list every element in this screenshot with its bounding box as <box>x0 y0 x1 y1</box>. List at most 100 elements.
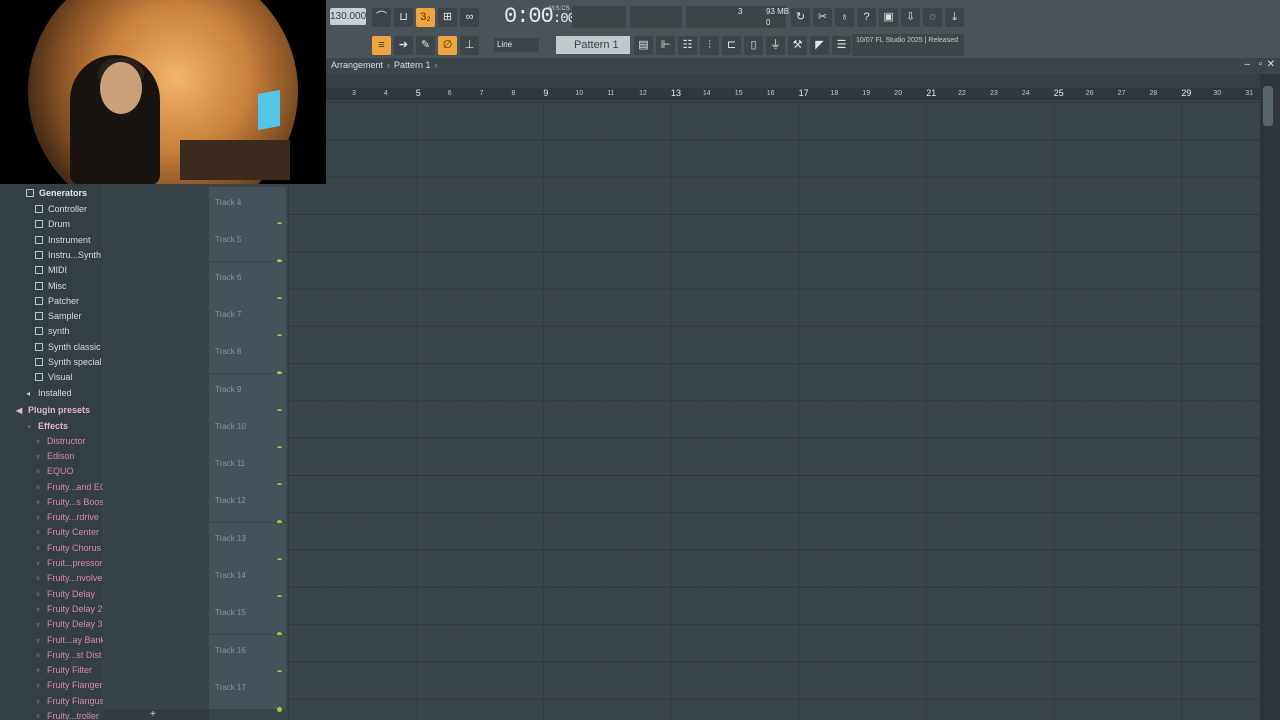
minimize-icon[interactable]: – <box>1244 59 1250 70</box>
browser-item-label: Fruity Delay 3 <box>47 619 103 630</box>
menu-icon[interactable]: ☰ <box>832 36 851 55</box>
browser-folder-installed[interactable]: ◂ Installed <box>26 386 72 401</box>
bar-number: 7 <box>479 90 484 97</box>
playlist-mode-icon[interactable]: ≡ <box>372 36 391 55</box>
browser-item[interactable]: Visual <box>35 370 72 385</box>
pencil-icon[interactable]: ✎ <box>416 36 435 55</box>
stamp-icon[interactable]: ⊥ <box>460 36 479 55</box>
mic-icon[interactable]: ♁ <box>835 8 854 27</box>
cloud-icon[interactable]: ◤ <box>810 36 829 55</box>
track-header[interactable]: Track 15 <box>209 597 286 638</box>
breadcrumb[interactable]: Arrangement › Pattern 1 › <box>331 60 442 70</box>
browser-item[interactable]: Patcher <box>35 294 79 309</box>
browser-item-effect[interactable]: ♆ Fruity...s Boost <box>35 495 103 510</box>
snap-select[interactable]: Line <box>494 38 539 52</box>
browser-item[interactable]: Drum <box>35 217 70 232</box>
browser-item-effect[interactable]: ♆ Fruity Delay <box>35 587 95 602</box>
project-icon[interactable]: ▯ <box>744 36 763 55</box>
bar-number: 19 <box>862 90 871 97</box>
track-header[interactable]: Track 10 <box>209 410 286 451</box>
bar-number: 30 <box>1213 90 1222 97</box>
maximize-icon[interactable]: ▫ <box>1258 59 1262 70</box>
browser-item[interactable]: Misc <box>35 279 67 294</box>
loop-record-icon[interactable]: ∞ <box>460 8 479 27</box>
plug-icon: ♆ <box>35 482 41 492</box>
step-edit-icon[interactable]: ⊞ <box>438 8 457 27</box>
tempo-display[interactable]: 130.000 <box>330 8 366 25</box>
track-header[interactable]: Track 4 <box>209 187 286 227</box>
link-icon[interactable]: ∅ <box>438 36 457 55</box>
browser-item-effect[interactable]: ♆ Fruity Chorus <box>35 541 101 556</box>
chat-icon[interactable]: ◌ <box>923 8 942 27</box>
browser-item-effect[interactable]: ♆ Fruity Flanger <box>35 678 103 693</box>
browser-folder-generators[interactable]: Generators <box>26 186 87 201</box>
browser-item[interactable]: synth <box>35 324 70 339</box>
browser-item-effect[interactable]: ♆ Fruity...and EQ <box>35 480 103 495</box>
browser-item-label: Synth classic <box>48 341 101 352</box>
help-icon[interactable]: ? <box>857 8 876 27</box>
track-header[interactable]: Track 6 <box>209 261 286 302</box>
browser-item[interactable]: Synth special <box>35 355 102 370</box>
track-header[interactable]: Track 11 <box>209 448 286 489</box>
track-header[interactable]: Track 13 <box>209 522 286 563</box>
plug-icon: ♆ <box>35 513 41 523</box>
browser-item-label: synth <box>48 326 70 337</box>
browser-item[interactable]: MIDI <box>35 263 67 278</box>
vertical-scrollbar[interactable] <box>1260 74 1280 720</box>
browser-icon[interactable]: ⊏ <box>722 36 741 55</box>
browser-item[interactable]: Sampler <box>35 309 82 324</box>
add-icon[interactable]: + <box>150 709 156 720</box>
browser-item-effect[interactable]: ♆ Fruity...rdrive <box>35 510 99 525</box>
pattern-selector[interactable]: Pattern 1 <box>556 36 630 54</box>
browser-item-effect[interactable]: ♆ Fruity Delay 2 <box>35 602 103 617</box>
cut-icon[interactable]: ✂ <box>813 8 832 27</box>
track-header[interactable]: Track 8 <box>209 336 286 377</box>
browser-item-effect[interactable]: ♆ Fruity Center <box>35 525 99 540</box>
browser-item-effect[interactable]: ♆ Fruity...troller <box>35 709 99 720</box>
track-header[interactable]: Track 14 <box>209 560 286 600</box>
playlist-icon[interactable]: ▤ <box>634 36 653 55</box>
browser-item-effect[interactable]: ♆ Fruity Filter <box>35 663 92 678</box>
browser-item-effect[interactable]: ♆ Fruity Flangus <box>35 694 103 709</box>
countdown-icon[interactable]: 3₂ <box>416 8 435 27</box>
browser-item-effect[interactable]: ♆ Fruit...ay Bank <box>35 633 103 648</box>
browser-item-effect[interactable]: ♆ Edison <box>35 449 75 464</box>
close-icon[interactable]: ✕ <box>1267 59 1275 70</box>
track-header[interactable]: Track 12 <box>209 485 286 526</box>
browser-item-effect[interactable]: ♆ Distructor <box>35 434 86 449</box>
browser-item-effect[interactable]: ♆ Fruity...st Dist <box>35 648 101 663</box>
browser-folder-plugin-presets[interactable]: ◀ Plugin presets <box>16 403 90 418</box>
browser-folder-effects[interactable]: ♆ Effects <box>26 419 68 434</box>
browser-item[interactable]: Controller <box>35 202 87 217</box>
browser-item[interactable]: Instrument <box>35 233 91 248</box>
download-icon[interactable]: ⤓ <box>945 8 964 27</box>
track-enable-led[interactable] <box>277 706 282 712</box>
track-header[interactable]: Track 7 <box>209 298 286 339</box>
metronome-icon[interactable]: ⌒ <box>372 8 391 27</box>
browser-item[interactable]: Synth classic <box>35 340 101 355</box>
piano-roll-icon[interactable]: ⊩ <box>656 36 675 55</box>
browser-item-effect[interactable]: ♆ Fruity...nvolver <box>35 571 103 586</box>
plugin-icon[interactable]: ⏚ <box>766 36 785 55</box>
browser-item-label: Drum <box>48 219 70 230</box>
timeline-ruler[interactable]: 3 4 5 6 7 8 9 10 11 12 13 14 15 16 17 18 19 20 21 22 23 24 25 2… <box>286 74 1260 100</box>
browser-item-effect[interactable]: ♆ Fruity Delay 3 <box>35 617 103 632</box>
track-header[interactable]: Track 16 <box>209 634 286 675</box>
undo-history-icon[interactable]: ↻ <box>791 8 810 27</box>
arrow-icon[interactable]: ➔ <box>394 36 413 55</box>
news-panel[interactable]: 10/07 FL Studio 2025 | Released <box>852 34 964 56</box>
browser-item-label: Edison <box>47 450 75 461</box>
mixer-icon[interactable]: ⫶ <box>700 36 719 55</box>
save-icon[interactable]: ▣ <box>879 8 898 27</box>
tools-icon[interactable]: ⚒ <box>788 36 807 55</box>
playlist-grid[interactable] <box>286 100 1260 720</box>
channel-rack-icon[interactable]: ☷ <box>678 36 697 55</box>
browser-item[interactable]: Instru...Synth <box>35 248 101 263</box>
render-icon[interactable]: ⇩ <box>901 8 920 27</box>
track-header[interactable]: Track 17 <box>209 671 286 712</box>
track-header[interactable]: Track 9 <box>209 373 286 414</box>
wait-input-icon[interactable]: ⊔ <box>394 8 413 27</box>
track-header[interactable]: Track 5 <box>209 224 286 265</box>
browser-item-effect[interactable]: ♆ Fruit...pressor <box>35 556 103 571</box>
browser-item-effect[interactable]: ♆ EQUO <box>35 464 74 479</box>
